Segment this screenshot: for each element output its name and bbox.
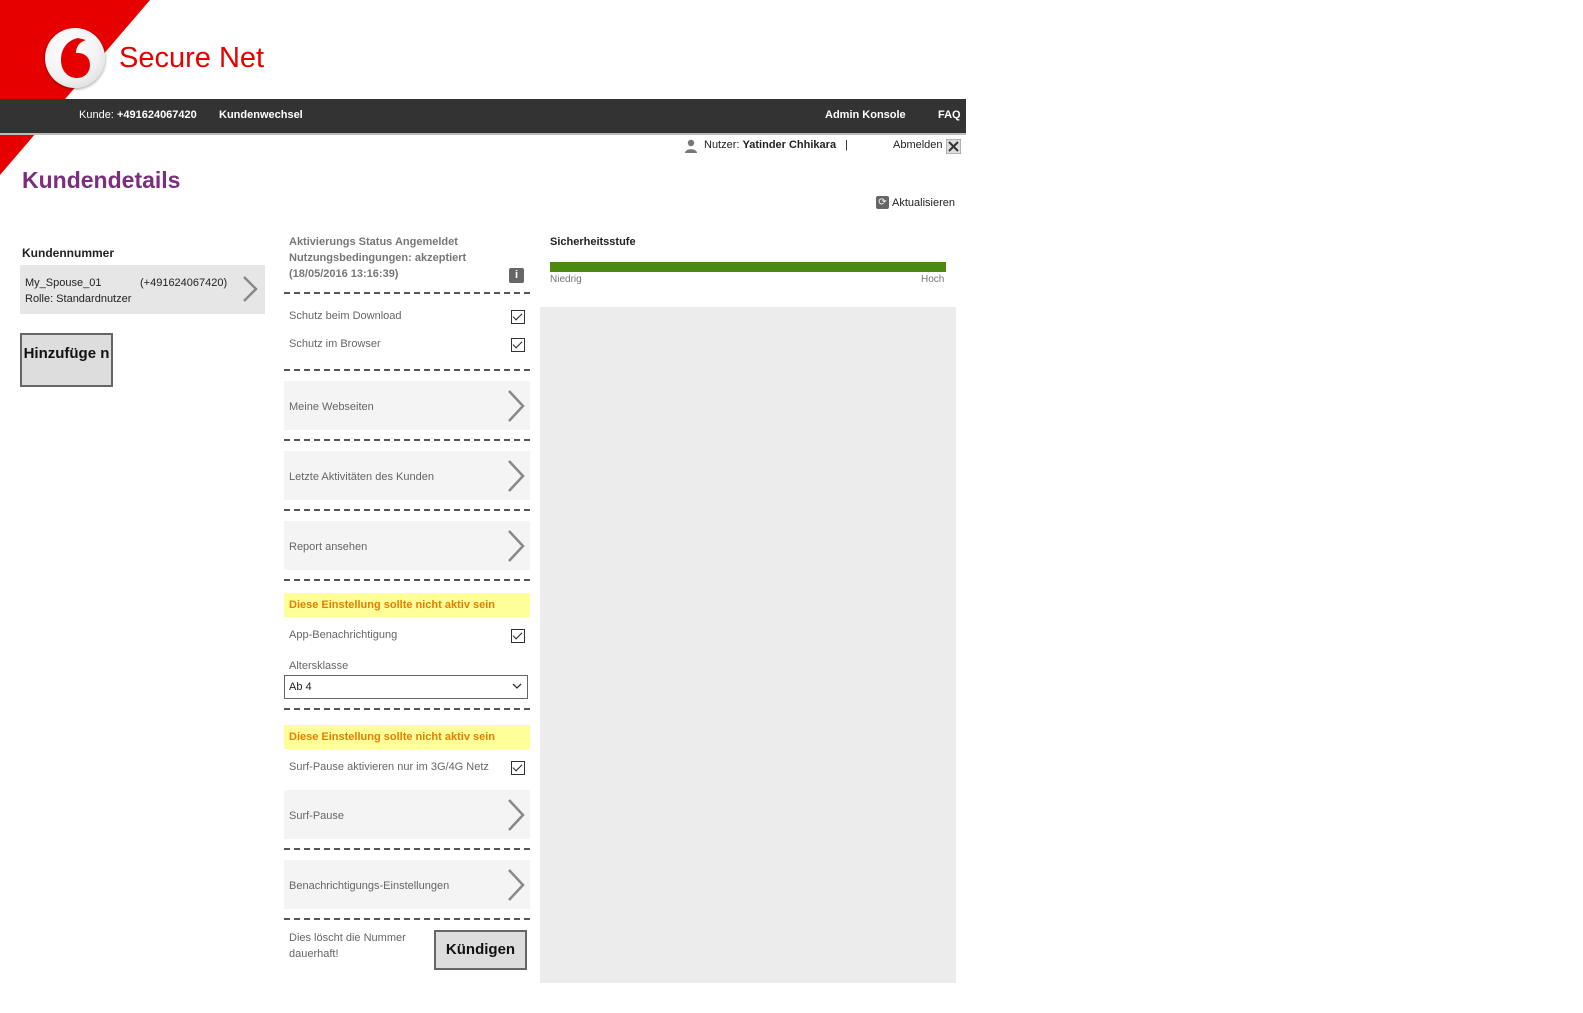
cancel-subscription-button[interactable]: Kündigen (434, 930, 527, 970)
divider (284, 848, 530, 850)
user-icon (685, 139, 697, 153)
divider (284, 918, 530, 920)
security-level-label: Sicherheitsstufe (550, 236, 636, 248)
faq-link[interactable]: FAQ (938, 109, 961, 121)
brand-name: Secure Net (119, 42, 265, 74)
age-class-label: Altersklasse (289, 660, 349, 672)
divider (284, 292, 530, 294)
age-class-select[interactable]: Ab 4 (284, 675, 528, 699)
security-level-fill (550, 262, 946, 272)
terms-date: (18/05/2016 13:16:39) (289, 268, 399, 280)
logo-quote-mark (61, 38, 90, 78)
add-button[interactable]: Hinzufüge n (20, 333, 113, 387)
surf-pause-3g-checkbox[interactable] (511, 761, 525, 775)
customer-name: My_Spouse_01 (25, 277, 102, 289)
delete-note-line1: Dies löscht die Nummer (289, 932, 406, 944)
warning-banner: Diese Einstellung sollte nicht aktiv sei… (284, 725, 530, 749)
divider (284, 708, 530, 710)
separator: | (845, 139, 848, 151)
activation-status: Aktivierungs Status Angemeldet (289, 236, 458, 248)
customer-number: +491624067420 (116, 109, 197, 121)
warning-text: Diese Einstellung sollte nicht aktiv sei… (289, 731, 496, 743)
switch-customer-link[interactable]: Kundenwechsel (219, 109, 303, 121)
top-navbar: Kunde: +491624067420 Kundenwechsel Admin… (0, 99, 966, 135)
recent-activity-item[interactable]: Letzte Aktivitäten des Kunden (284, 451, 530, 500)
user-info: Nutzer: Yatinder Chhikara | (704, 139, 848, 151)
browser-protection-label: Schutz im Browser (289, 338, 381, 350)
warning-text: Diese Einstellung sollte nicht aktiv sei… (289, 599, 496, 611)
logout-link[interactable]: Abmelden (893, 139, 943, 151)
divider (284, 439, 530, 441)
warning-banner: Diese Einstellung sollte nicht aktiv sei… (284, 593, 530, 617)
security-low-label: Niedrig (550, 274, 582, 285)
user-name: Yatinder Chhikara (742, 139, 837, 151)
chevron-right-icon (508, 799, 525, 831)
admin-console-link[interactable]: Admin Konsole (825, 109, 906, 121)
divider (284, 509, 530, 511)
delete-note-line2: dauerhaft! (289, 948, 339, 960)
view-report-label: Report ansehen (289, 541, 368, 553)
download-protection-label: Schutz beim Download (289, 310, 402, 322)
current-customer: Kunde: +491624067420 (79, 109, 197, 121)
refresh-icon: ⟳ (876, 196, 889, 209)
customer-label: Kunde: (79, 109, 114, 121)
terms-status: Nutzungsbedingungen: akzeptiert (289, 252, 467, 264)
refresh-button[interactable]: ⟳ Aktualisieren (876, 196, 955, 209)
surf-pause-label: Surf-Pause (289, 810, 345, 822)
chevron-right-icon (508, 390, 525, 422)
customer-number-heading: Kundennummer (22, 246, 115, 260)
customer-card[interactable]: My_Spouse_01 (+491624067420) Rolle: Stan… (20, 265, 265, 314)
close-icon[interactable] (946, 139, 961, 154)
download-protection-checkbox[interactable] (511, 310, 525, 324)
customer-role: Rolle: Standardnutzer (25, 293, 132, 305)
surf-pause-3g-label: Surf-Pause aktivieren nur im 3G/4G Netz (289, 761, 489, 773)
surf-pause-item[interactable]: Surf-Pause (284, 790, 530, 839)
age-class-value: Ab 4 (289, 681, 312, 693)
chevron-right-icon (508, 460, 525, 492)
recent-activity-label: Letzte Aktivitäten des Kunden (289, 471, 434, 483)
security-high-label: Hoch (921, 274, 945, 285)
my-websites-item[interactable]: Meine Webseiten (284, 381, 530, 430)
user-label: Nutzer: (704, 139, 740, 151)
chevron-right-icon (508, 869, 525, 901)
content-panel (540, 307, 956, 983)
divider (284, 369, 530, 371)
info-icon[interactable]: i (509, 268, 524, 283)
notification-settings-label: Benachrichtigungs-Einstellungen (289, 880, 450, 892)
browser-protection-checkbox[interactable] (511, 338, 525, 352)
divider (284, 579, 530, 581)
page-title: Kundendetails (22, 167, 181, 193)
chevron-right-icon (508, 530, 525, 562)
refresh-label: Aktualisieren (892, 196, 955, 209)
app-notification-label: App-Benachrichtigung (289, 629, 398, 641)
chevron-down-icon (512, 683, 522, 689)
my-websites-label: Meine Webseiten (289, 401, 374, 413)
notification-settings-item[interactable]: Benachrichtigungs-Einstellungen (284, 860, 530, 909)
view-report-item[interactable]: Report ansehen (284, 521, 530, 570)
security-level-bar (550, 262, 946, 272)
customer-phone: (+491624067420) (140, 277, 228, 289)
vodafone-logo (45, 28, 105, 88)
chevron-right-icon (243, 276, 258, 302)
app-notification-checkbox[interactable] (511, 629, 525, 643)
